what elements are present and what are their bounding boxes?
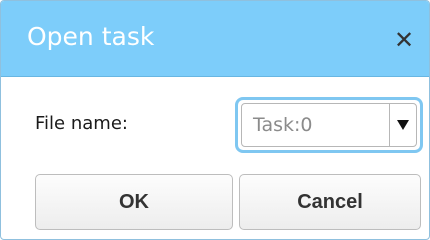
dialog-titlebar: Open task ✕ bbox=[1, 1, 429, 77]
ok-button[interactable]: OK bbox=[35, 174, 233, 230]
caret-down-icon bbox=[397, 120, 409, 130]
select-divider bbox=[389, 104, 390, 146]
dialog-title: Open task bbox=[27, 22, 155, 51]
file-name-label: File name: bbox=[35, 113, 128, 134]
selected-task-value: Task:0 bbox=[253, 114, 313, 136]
cancel-button[interactable]: Cancel bbox=[239, 174, 421, 230]
file-name-select[interactable]: Task:0 bbox=[235, 97, 423, 153]
close-icon: ✕ bbox=[393, 26, 415, 54]
open-task-dialog: Open task ✕ File name: Task:0 OK Cancel bbox=[0, 0, 430, 240]
file-name-select-box[interactable]: Task:0 bbox=[241, 103, 417, 147]
dropdown-button[interactable] bbox=[393, 113, 413, 137]
close-button[interactable]: ✕ bbox=[387, 23, 421, 57]
